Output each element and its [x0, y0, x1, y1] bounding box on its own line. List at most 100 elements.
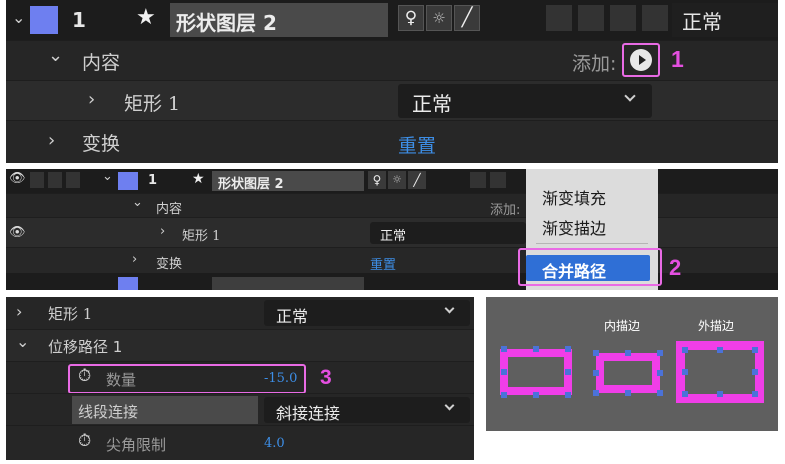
eye-icon[interactable]: 👁	[9, 225, 26, 240]
transform-row[interactable]: › 变换 重置	[6, 247, 778, 273]
layer-panel-step1: ⌄ 1 ★ 形状图层 2 ♀ ☼ ╱ 正常 ⌄ 内容 添加: 1 › 矩形 1 …	[6, 0, 778, 163]
path-handle	[565, 392, 571, 398]
offset-paths-row[interactable]: ⌄ 位移路径 1	[6, 329, 474, 361]
step-number-3: 3	[320, 366, 332, 389]
amount-label: 数量	[106, 371, 137, 389]
step-number-1: 1	[671, 46, 684, 72]
rectangle-label: 矩形 1	[48, 305, 93, 323]
line-join-label: 线段连接	[78, 403, 139, 421]
offset-paths-label: 位移路径 1	[48, 338, 123, 356]
switch-slot[interactable]	[642, 5, 668, 31]
offset-chevron-icon[interactable]: ⌄	[16, 332, 29, 351]
contents-row[interactable]: ⌄ 内容 添加:	[6, 193, 778, 218]
label-color-swatch[interactable]	[118, 172, 138, 190]
path-handle	[565, 369, 571, 375]
path-handle	[717, 347, 723, 353]
transform-label: 变换	[82, 133, 121, 155]
rectangle-row[interactable]: › 矩形 1 正常	[6, 80, 778, 120]
reset-link[interactable]: 重置	[398, 131, 436, 158]
quality-switch-icon[interactable]: ☼	[388, 171, 406, 189]
path-handle	[752, 369, 758, 375]
path-handle	[657, 370, 663, 376]
layer-header-row[interactable]: 👁 ⌄ 1 ★ 形状图层 2 ♀ ☼ ╱	[6, 169, 778, 193]
contents-chevron-icon[interactable]: ⌄	[48, 45, 63, 66]
switch-slot[interactable]	[30, 172, 44, 188]
miter-limit-label: 尖角限制	[106, 436, 167, 454]
contents-label: 内容	[156, 202, 183, 217]
offset-path-panel: › 矩形 1 正常 ⌄ 位移路径 1 ⏱ 数量 -15.0 3 线段连接 斜接连…	[6, 297, 474, 460]
switch-slot[interactable]	[66, 172, 80, 188]
label-color-swatch[interactable]	[30, 6, 58, 34]
contents-label: 内容	[82, 52, 121, 74]
rectangle-mode-value: 正常	[380, 229, 407, 244]
switch-slot[interactable]	[578, 5, 604, 31]
path-handle	[682, 369, 688, 375]
expand-chevron-icon[interactable]: ⌄	[102, 169, 113, 184]
path-handle	[752, 347, 758, 353]
eye-icon[interactable]: 👁	[9, 171, 26, 186]
rectangle-label: 矩形 1	[182, 229, 221, 244]
shy-switch-icon[interactable]: ♀	[398, 5, 424, 31]
reset-link[interactable]: 重置	[370, 254, 396, 273]
stopwatch-icon[interactable]: ⏱	[78, 366, 91, 386]
path-handle	[593, 390, 599, 396]
amount-value[interactable]: -15.0	[264, 371, 297, 386]
inner-stroke-shape	[596, 353, 660, 393]
layer-name-field	[212, 277, 364, 290]
path-handle	[625, 390, 631, 396]
rectangle-mode-value: 正常	[276, 307, 309, 326]
contents-chevron-icon[interactable]: ⌄	[132, 195, 143, 210]
layer-header-row[interactable]: ⌄ 1 ★ 形状图层 2 ♀ ☼ ╱ 正常	[6, 0, 778, 40]
menu-divider	[536, 243, 648, 244]
path-handle	[501, 392, 507, 398]
layer-panel-step2: 👁 ⌄ 1 ★ 形状图层 2 ♀ ☼ ╱ ⌄ 内容 添加: 👁 › 矩形 1 正…	[6, 169, 778, 290]
blend-mode-value: 正常	[682, 10, 722, 34]
path-handle	[682, 391, 688, 397]
path-handle	[501, 346, 507, 352]
switch-slot[interactable]	[546, 5, 572, 31]
switch-slot[interactable]	[490, 172, 506, 188]
transform-chevron-icon[interactable]: ›	[132, 252, 137, 267]
play-arrow-icon	[639, 55, 646, 65]
rectangle-row[interactable]: 👁 › 矩形 1 正常	[6, 217, 778, 247]
path-handle	[682, 347, 688, 353]
rectangle-label: 矩形 1	[124, 93, 181, 115]
rectangle-chevron-icon[interactable]: ›	[160, 224, 165, 239]
add-label: 添加:	[572, 53, 617, 75]
path-handle	[657, 350, 663, 356]
switch-slot[interactable]	[610, 5, 636, 31]
expand-chevron-icon[interactable]: ⌄	[12, 8, 25, 27]
layer-name: 形状图层 2	[218, 177, 284, 192]
quality-switch-icon[interactable]: ☼	[426, 5, 452, 31]
line-join-row[interactable]: 线段连接 斜接连接	[6, 393, 474, 425]
stroke-preview-panel: 内描边 外描边	[486, 297, 778, 431]
rectangle-row[interactable]: › 矩形 1 正常	[6, 297, 474, 329]
star-icon: ★	[192, 171, 205, 187]
path-handle	[533, 346, 539, 352]
menu-item-gradient-fill[interactable]: 渐变填充	[542, 185, 606, 209]
transform-chevron-icon[interactable]: ›	[48, 130, 55, 151]
path-handle	[625, 350, 631, 356]
rectangle-chevron-icon[interactable]: ›	[88, 89, 95, 110]
stopwatch-icon[interactable]: ⏱	[78, 431, 91, 451]
shy-switch-icon[interactable]: ♀	[368, 171, 386, 189]
contents-row[interactable]: ⌄ 内容 添加: 1	[6, 40, 778, 80]
transform-row[interactable]: › 变换 重置	[6, 120, 778, 163]
add-label: 添加:	[490, 203, 521, 218]
path-handle	[533, 392, 539, 398]
path-handle	[593, 350, 599, 356]
switch-slot[interactable]	[48, 172, 62, 188]
label-color-swatch	[118, 277, 138, 290]
layer-index: 1	[148, 173, 158, 188]
amount-row[interactable]: ⏱ 数量 -15.0 3	[6, 361, 474, 394]
motion-blur-switch-icon[interactable]: ╱	[454, 5, 480, 31]
switch-slot[interactable]	[470, 172, 486, 188]
path-handle	[565, 346, 571, 352]
miter-limit-row[interactable]: ⏱ 尖角限制 4.0	[6, 425, 474, 460]
layer-name: 形状图层 2	[176, 11, 277, 35]
menu-item-gradient-stroke[interactable]: 渐变描边	[542, 215, 606, 239]
motion-blur-switch-icon[interactable]: ╱	[408, 171, 426, 189]
path-handle	[501, 369, 507, 375]
rectangle-chevron-icon[interactable]: ›	[16, 302, 22, 321]
miter-limit-value[interactable]: 4.0	[264, 436, 285, 451]
